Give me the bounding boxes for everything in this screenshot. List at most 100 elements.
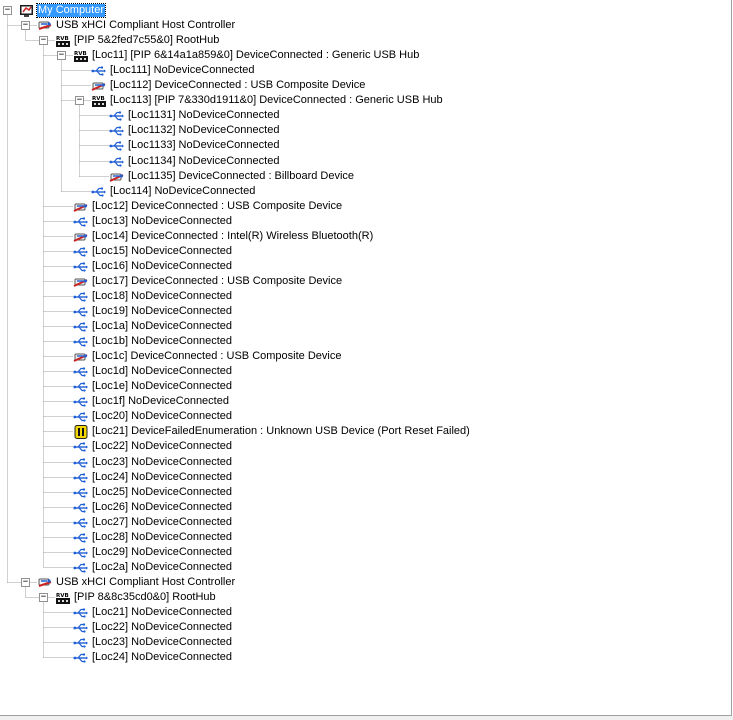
- tree-node[interactable]: [Loc2a] NoDeviceConnected: [73, 560, 233, 575]
- tree-node-label: My Computer: [35, 3, 107, 18]
- collapse-toggle[interactable]: −: [75, 96, 84, 105]
- usb-port-icon: [73, 365, 89, 379]
- tree-node[interactable]: RVB [PIP 8&8c35cd0&0] RootHub: [55, 590, 217, 605]
- collapse-toggle[interactable]: −: [57, 51, 66, 60]
- tree-node-label: [Loc1b] NoDeviceConnected: [92, 335, 233, 347]
- tree-node[interactable]: [Loc23] NoDeviceConnected: [73, 455, 233, 470]
- tree-node[interactable]: [Loc1a] NoDeviceConnected: [73, 319, 233, 334]
- tree-node-label: [Loc2a] NoDeviceConnected: [92, 561, 233, 573]
- usb-device-tree[interactable]: My Computer − USB xHCI Compliant Host Con…: [0, 0, 731, 715]
- tree-node[interactable]: [Loc1b] NoDeviceConnected: [73, 334, 233, 349]
- tree-node[interactable]: [Loc24] NoDeviceConnected: [73, 470, 233, 485]
- usb-port-icon: [73, 606, 89, 620]
- tree-node-label: [Loc114] NoDeviceConnected: [110, 185, 256, 197]
- usb-tree-panel[interactable]: My Computer − USB xHCI Compliant Host Con…: [0, 0, 732, 716]
- tree-node[interactable]: [Loc1f] NoDeviceConnected: [73, 394, 230, 409]
- tree-node[interactable]: [Loc20] NoDeviceConnected: [73, 409, 233, 424]
- tree-node-label: [Loc21] NoDeviceConnected: [92, 606, 233, 618]
- tree-node-label: [Loc13] NoDeviceConnected: [92, 215, 233, 227]
- hub-icon: RVB: [73, 49, 89, 63]
- tree-node[interactable]: RVB [Loc113] [PIP 7&330d1911&0] DeviceCo…: [91, 93, 444, 108]
- collapse-toggle[interactable]: −: [3, 6, 12, 15]
- tree-node[interactable]: [Loc1e] NoDeviceConnected: [73, 379, 233, 394]
- collapse-toggle[interactable]: −: [21, 578, 30, 587]
- tree-node[interactable]: [Loc12] DeviceConnected : USB Composite …: [73, 199, 343, 214]
- tree-node-label: [Loc14] DeviceConnected : Intel(R) Wirel…: [92, 230, 374, 242]
- usb-device-icon: [109, 170, 125, 184]
- tree-node[interactable]: [Loc18] NoDeviceConnected: [73, 289, 233, 304]
- collapse-toggle[interactable]: −: [39, 36, 48, 45]
- tree-node-label: [Loc20] NoDeviceConnected: [92, 410, 233, 422]
- tree-node-label: [Loc22] NoDeviceConnected: [92, 621, 233, 633]
- usb-port-icon: [73, 531, 89, 545]
- hub-icon: RVB: [55, 34, 71, 48]
- tree-node[interactable]: [Loc22] NoDeviceConnected: [73, 620, 233, 635]
- usb-device-icon: [73, 230, 89, 244]
- tree-node[interactable]: [Loc16] NoDeviceConnected: [73, 259, 233, 274]
- usb-device-icon: [73, 275, 89, 289]
- tree-node[interactable]: [Loc114] NoDeviceConnected: [91, 184, 256, 199]
- tree-node[interactable]: [Loc1135] DeviceConnected : Billboard De…: [109, 169, 355, 184]
- usb-port-icon: [73, 380, 89, 394]
- tree-node[interactable]: [Loc1132] NoDeviceConnected: [109, 123, 280, 138]
- tree-node[interactable]: [Loc26] NoDeviceConnected: [73, 500, 233, 515]
- usb-port-icon: [73, 516, 89, 530]
- tree-node[interactable]: [Loc112] DeviceConnected : USB Composite…: [91, 78, 366, 93]
- tree-node-label: [Loc23] NoDeviceConnected: [92, 636, 233, 648]
- usb-port-icon: [73, 636, 89, 650]
- tree-node[interactable]: [Loc27] NoDeviceConnected: [73, 515, 233, 530]
- collapse-toggle[interactable]: −: [21, 21, 30, 30]
- tree-node-label: [Loc18] NoDeviceConnected: [92, 290, 233, 302]
- usb-port-icon: [73, 320, 89, 334]
- tree-node[interactable]: [Loc1131] NoDeviceConnected: [109, 108, 280, 123]
- hub-icon: RVB: [91, 94, 107, 108]
- tree-node-label: [Loc1135] DeviceConnected : Billboard De…: [128, 170, 355, 182]
- hub-icon: RVB: [55, 591, 71, 605]
- tree-node[interactable]: [Loc17] DeviceConnected : USB Composite …: [73, 274, 343, 289]
- usb-port-icon: [73, 290, 89, 304]
- usb-port-icon: [73, 471, 89, 485]
- tree-node[interactable]: [Loc1133] NoDeviceConnected: [109, 138, 280, 153]
- tree-node-label: [Loc1134] NoDeviceConnected: [128, 155, 280, 167]
- tree-node[interactable]: RVB [Loc11] [PIP 6&14a1a859&0] DeviceCon…: [73, 48, 420, 63]
- tree-node[interactable]: [Loc1134] NoDeviceConnected: [109, 154, 280, 169]
- tree-node-label: [Loc15] NoDeviceConnected: [92, 245, 233, 257]
- collapse-toggle[interactable]: −: [39, 593, 48, 602]
- tree-node[interactable]: [Loc28] NoDeviceConnected: [73, 530, 233, 545]
- tree-node[interactable]: [Loc14] DeviceConnected : Intel(R) Wirel…: [73, 229, 374, 244]
- tree-node[interactable]: [Loc23] NoDeviceConnected: [73, 635, 233, 650]
- tree-node[interactable]: [Loc15] NoDeviceConnected: [73, 244, 233, 259]
- tree-node[interactable]: [Loc13] NoDeviceConnected: [73, 214, 233, 229]
- tree-node[interactable]: [Loc1d] NoDeviceConnected: [73, 364, 233, 379]
- usb-port-icon: [73, 215, 89, 229]
- tree-node[interactable]: USB xHCI Compliant Host Controller: [37, 18, 236, 33]
- tree-node[interactable]: [Loc111] NoDeviceConnected: [91, 63, 256, 78]
- tree-node[interactable]: [Loc25] NoDeviceConnected: [73, 485, 233, 500]
- tree-node-label: [Loc111] NoDeviceConnected: [110, 64, 255, 76]
- usb-port-icon: [73, 395, 89, 409]
- tree-node[interactable]: [Loc24] NoDeviceConnected: [73, 650, 233, 665]
- tree-node-label: [Loc1c] DeviceConnected : USB Composite …: [92, 350, 342, 362]
- tree-node[interactable]: [Loc22] NoDeviceConnected: [73, 439, 233, 454]
- tree-node-label: [Loc28] NoDeviceConnected: [92, 531, 233, 543]
- tree-node[interactable]: USB xHCI Compliant Host Controller: [37, 575, 236, 590]
- tree-node-label: [Loc112] DeviceConnected : USB Composite…: [110, 79, 366, 91]
- tree-node[interactable]: My Computer: [19, 3, 107, 18]
- tree-node-label: [Loc1131] NoDeviceConnected: [128, 109, 280, 121]
- tree-node-label: [Loc1f] NoDeviceConnected: [92, 395, 229, 407]
- tree-node[interactable]: [Loc19] NoDeviceConnected: [73, 304, 233, 319]
- usb-controller-icon: [37, 576, 53, 590]
- tree-node-label: USB xHCI Compliant Host Controller: [56, 576, 236, 588]
- tree-node-label: [PIP 5&2fed7c55&0] RootHub: [74, 34, 220, 46]
- tree-node[interactable]: RVB [PIP 5&2fed7c55&0] RootHub: [55, 33, 220, 48]
- tree-node-label: [Loc1d] NoDeviceConnected: [92, 365, 233, 377]
- usb-port-icon: [91, 185, 107, 199]
- tree-node-label: [Loc24] NoDeviceConnected: [92, 471, 233, 483]
- tree-node[interactable]: [Loc1c] DeviceConnected : USB Composite …: [73, 349, 342, 364]
- usb-port-icon: [73, 305, 89, 319]
- tree-node-label: [Loc16] NoDeviceConnected: [92, 260, 233, 272]
- tree-node[interactable]: [Loc29] NoDeviceConnected: [73, 545, 233, 560]
- window-bottom-edge: [0, 716, 733, 720]
- tree-node[interactable]: [Loc21] NoDeviceConnected: [73, 605, 233, 620]
- tree-node[interactable]: [Loc21] DeviceFailedEnumeration : Unknow…: [73, 424, 471, 439]
